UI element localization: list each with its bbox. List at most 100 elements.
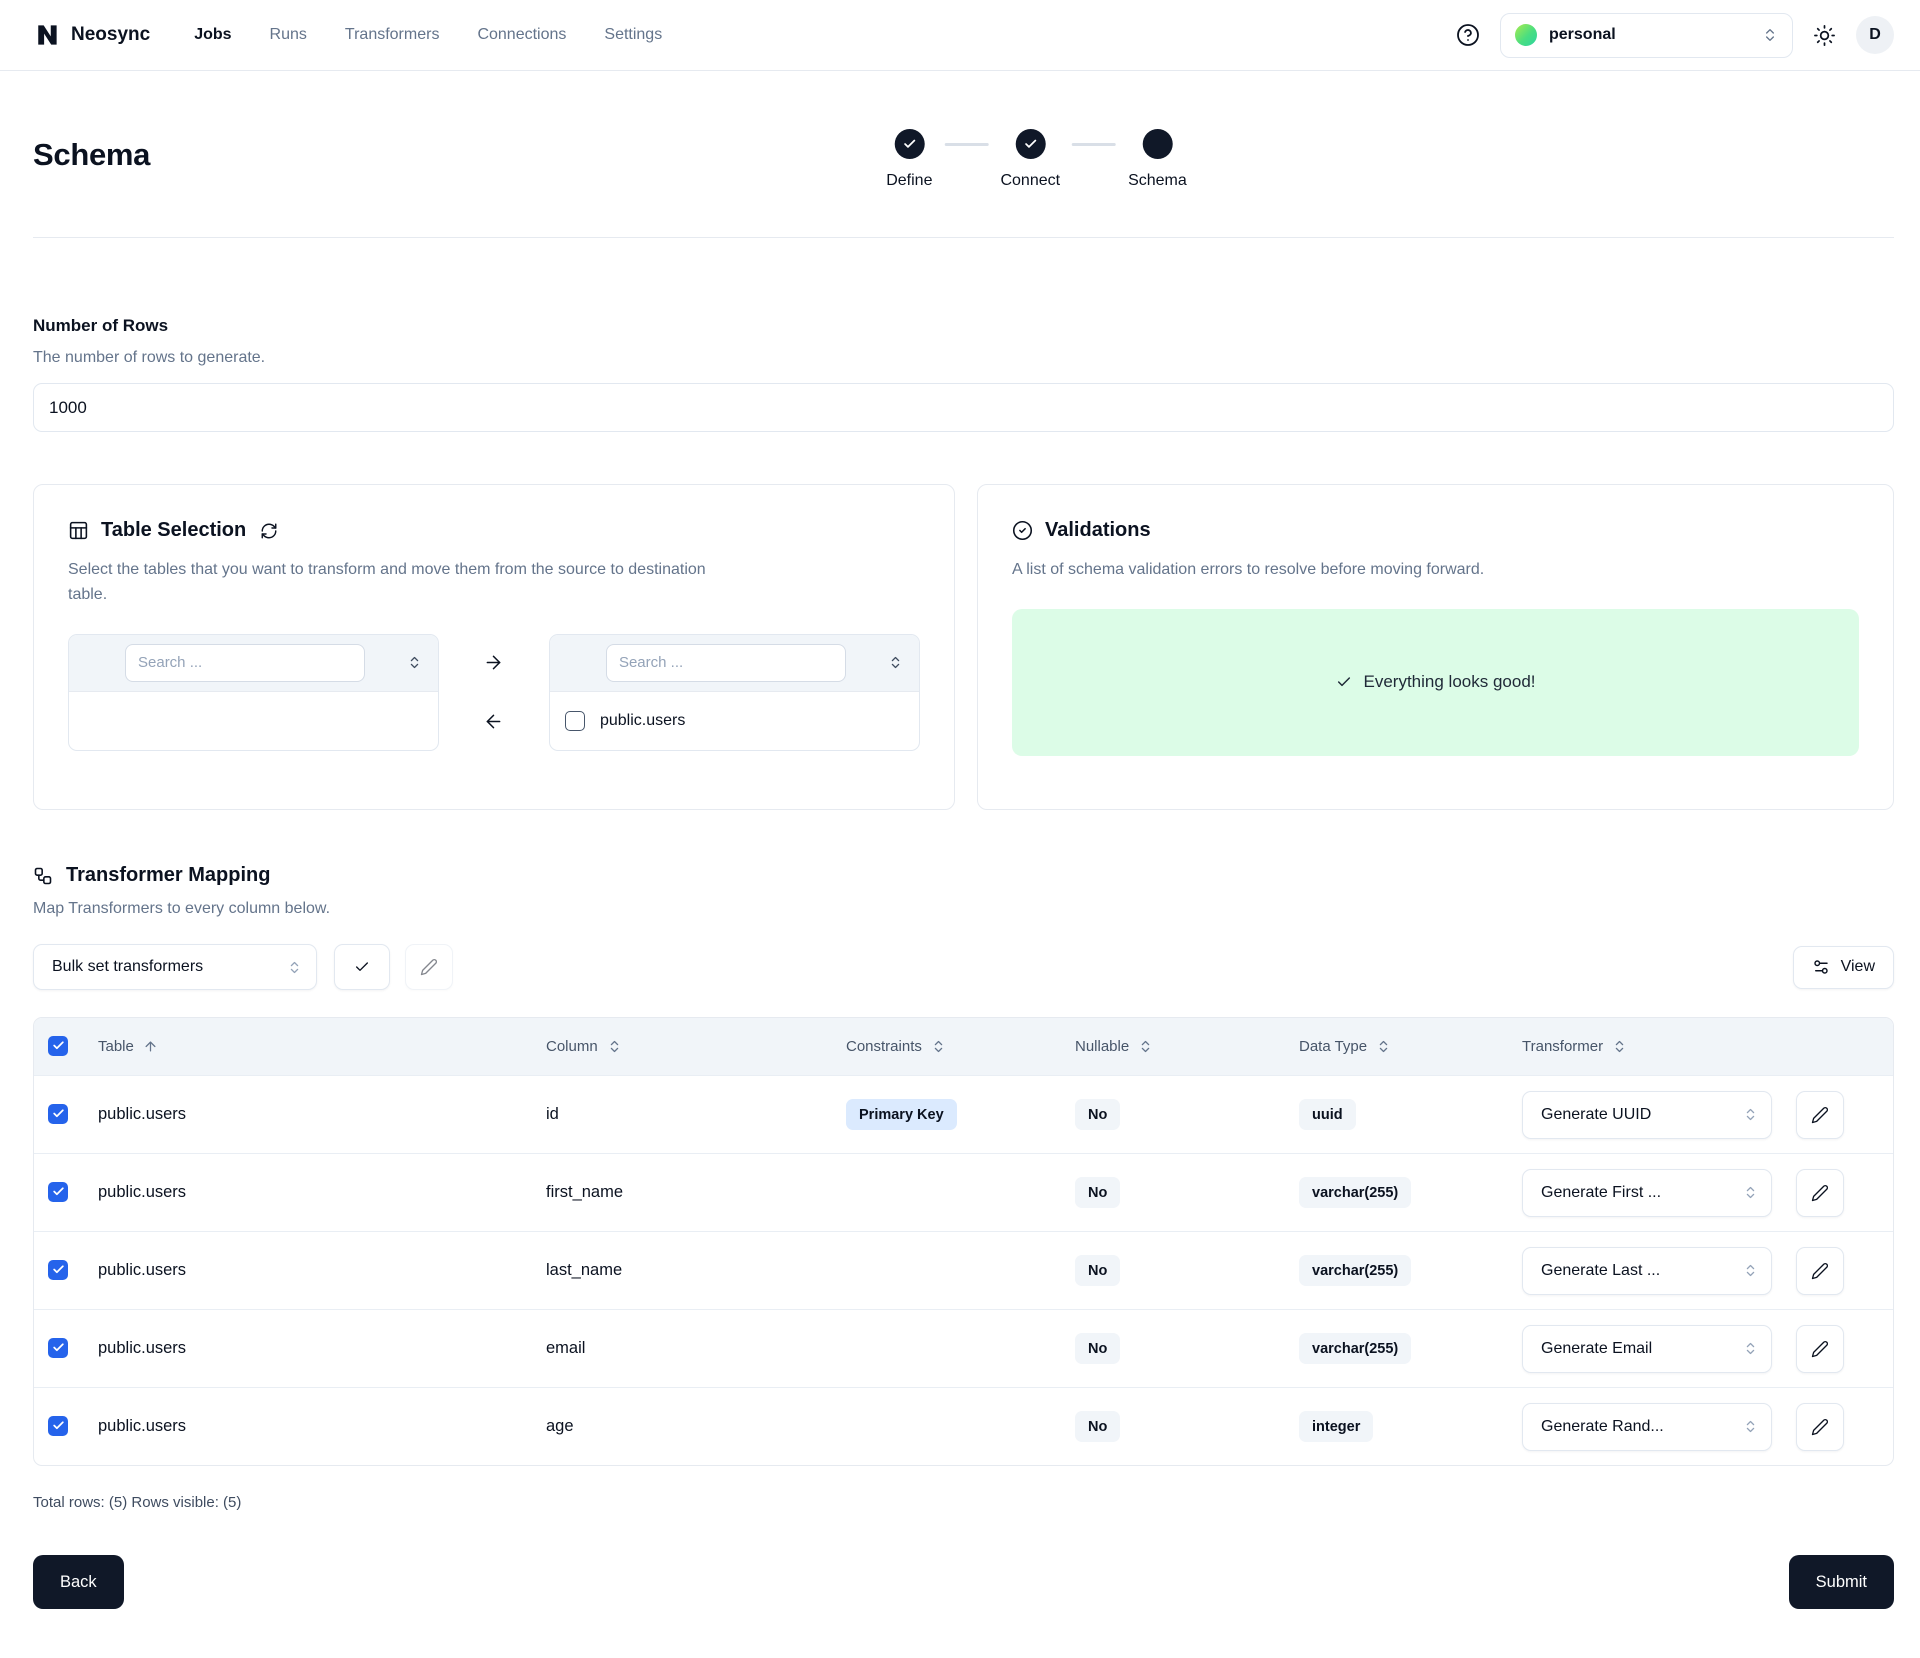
transformer-select[interactable]: Generate Email xyxy=(1522,1325,1772,1373)
submit-button[interactable]: Submit xyxy=(1789,1555,1894,1609)
edit-transformer-button[interactable] xyxy=(1796,1325,1844,1373)
column-header-data-type[interactable]: Data Type xyxy=(1299,1038,1522,1055)
transformer-select[interactable]: Generate Last ... xyxy=(1522,1247,1772,1295)
number-of-rows-input[interactable] xyxy=(33,383,1894,432)
nullable-badge: No xyxy=(1075,1411,1120,1442)
select-all-checkbox[interactable] xyxy=(48,1036,68,1056)
edit-transformer-button[interactable] xyxy=(1796,1403,1844,1451)
row-checkbox[interactable] xyxy=(48,1260,68,1280)
nav-item-settings[interactable]: Settings xyxy=(604,26,662,44)
chevrons-up-down-icon xyxy=(1762,27,1778,43)
table-selection-title: Table Selection xyxy=(101,519,246,542)
edit-transformer-button[interactable] xyxy=(1796,1247,1844,1295)
step-connect: Connect xyxy=(1000,129,1060,190)
chevrons-up-down-icon xyxy=(1743,1185,1758,1200)
step-label: Define xyxy=(886,172,932,190)
back-button[interactable]: Back xyxy=(33,1555,124,1609)
row-checkbox[interactable] xyxy=(48,1338,68,1358)
destination-search-input[interactable] xyxy=(606,644,846,682)
nav-item-runs[interactable]: Runs xyxy=(270,26,307,44)
account-color-dot xyxy=(1515,24,1537,46)
move-right-button[interactable] xyxy=(483,652,504,673)
workflow-icon xyxy=(33,866,53,886)
column-header-transformer[interactable]: Transformer xyxy=(1522,1038,1796,1055)
help-button[interactable] xyxy=(1456,23,1480,47)
table-checkbox[interactable] xyxy=(565,711,585,731)
apply-bulk-button[interactable] xyxy=(334,944,390,990)
table-grid-icon xyxy=(68,520,89,541)
check-icon xyxy=(52,1185,65,1198)
sort-chevrons-icon xyxy=(888,655,903,670)
refresh-tables-button[interactable] xyxy=(260,522,278,540)
source-sort-button[interactable] xyxy=(407,655,422,670)
transformer-mapping-description: Map Transformers to every column below. xyxy=(33,900,1894,918)
bulk-set-transformers-select[interactable]: Bulk set transformers xyxy=(33,944,317,990)
transformer-mapping-section: Transformer Mapping Map Transformers to … xyxy=(33,864,1894,1511)
sort-chevrons-icon xyxy=(607,1039,622,1054)
table-row: public.users first_name No varchar(255) … xyxy=(34,1153,1893,1231)
column-header-constraints[interactable]: Constraints xyxy=(846,1038,1075,1055)
cell-edit xyxy=(1796,1325,1893,1373)
edit-transformer-button[interactable] xyxy=(1796,1169,1844,1217)
cell-edit xyxy=(1796,1091,1893,1139)
cell-datatype: varchar(255) xyxy=(1299,1177,1522,1208)
cell-transformer: Generate Last ... xyxy=(1522,1247,1796,1295)
help-icon xyxy=(1456,23,1480,47)
row-checkbox[interactable] xyxy=(48,1416,68,1436)
source-table-list xyxy=(69,692,438,750)
pencil-icon xyxy=(1811,1262,1829,1280)
pencil-icon xyxy=(1811,1106,1829,1124)
cell-table: public.users xyxy=(98,1105,546,1124)
user-avatar[interactable]: D xyxy=(1856,16,1894,54)
nullable-badge: No xyxy=(1075,1177,1120,1208)
bulk-select-label: Bulk set transformers xyxy=(52,958,203,976)
column-header-column[interactable]: Column xyxy=(546,1038,846,1055)
table-selection-description: Select the tables that you want to trans… xyxy=(68,558,728,608)
number-of-rows-label: Number of Rows xyxy=(33,316,1894,336)
cell-edit xyxy=(1796,1403,1893,1451)
destination-sort-button[interactable] xyxy=(888,655,903,670)
column-header-table[interactable]: Table xyxy=(98,1038,546,1055)
datatype-badge: varchar(255) xyxy=(1299,1255,1411,1286)
edit-transformer-button[interactable] xyxy=(1796,1091,1844,1139)
nav-item-jobs[interactable]: Jobs xyxy=(194,26,231,44)
nav-item-transformers[interactable]: Transformers xyxy=(345,26,440,44)
table-row: public.users id Primary Key No uuid Gene… xyxy=(34,1075,1893,1153)
bulk-edit-button[interactable] xyxy=(405,944,453,990)
account-select[interactable]: personal xyxy=(1500,13,1793,58)
validations-title: Validations xyxy=(1045,519,1151,542)
pencil-icon xyxy=(1811,1418,1829,1436)
pencil-icon xyxy=(420,958,438,976)
view-button[interactable]: View xyxy=(1793,946,1894,989)
source-search-input[interactable] xyxy=(125,644,365,682)
sort-ascending-icon xyxy=(143,1039,158,1054)
brand[interactable]: Neosync xyxy=(33,21,150,49)
cell-column: last_name xyxy=(546,1261,846,1280)
cell-constraints: Primary Key xyxy=(846,1099,1075,1130)
row-checkbox[interactable] xyxy=(48,1104,68,1124)
theme-toggle-button[interactable] xyxy=(1813,24,1836,47)
cell-datatype: varchar(255) xyxy=(1299,1333,1522,1364)
sort-chevrons-icon xyxy=(407,655,422,670)
chevrons-up-down-icon xyxy=(1743,1263,1758,1278)
nav-item-connections[interactable]: Connections xyxy=(477,26,566,44)
transformer-select[interactable]: Generate First ... xyxy=(1522,1169,1772,1217)
check-icon xyxy=(52,1419,65,1432)
check-icon xyxy=(52,1341,65,1354)
schema-table: Table Column Constraints Nullable Data T… xyxy=(33,1017,1894,1466)
table-row: public.users age No integer Generate Ran… xyxy=(34,1387,1893,1465)
pencil-icon xyxy=(1811,1184,1829,1202)
transformer-select[interactable]: Generate Rand... xyxy=(1522,1403,1772,1451)
transformer-mapping-title: Transformer Mapping xyxy=(66,864,270,887)
stepper-connector xyxy=(944,143,988,146)
row-checkbox[interactable] xyxy=(48,1182,68,1202)
transformer-select[interactable]: Generate UUID xyxy=(1522,1091,1772,1139)
column-header-nullable[interactable]: Nullable xyxy=(1075,1038,1299,1055)
cell-datatype: uuid xyxy=(1299,1099,1522,1130)
move-left-button[interactable] xyxy=(483,711,504,732)
chevrons-up-down-icon xyxy=(1743,1341,1758,1356)
brand-name: Neosync xyxy=(71,24,150,46)
pencil-icon xyxy=(1811,1340,1829,1358)
cell-nullable: No xyxy=(1075,1255,1299,1286)
table-selection-card: Table Selection Select the tables that y… xyxy=(33,484,955,810)
